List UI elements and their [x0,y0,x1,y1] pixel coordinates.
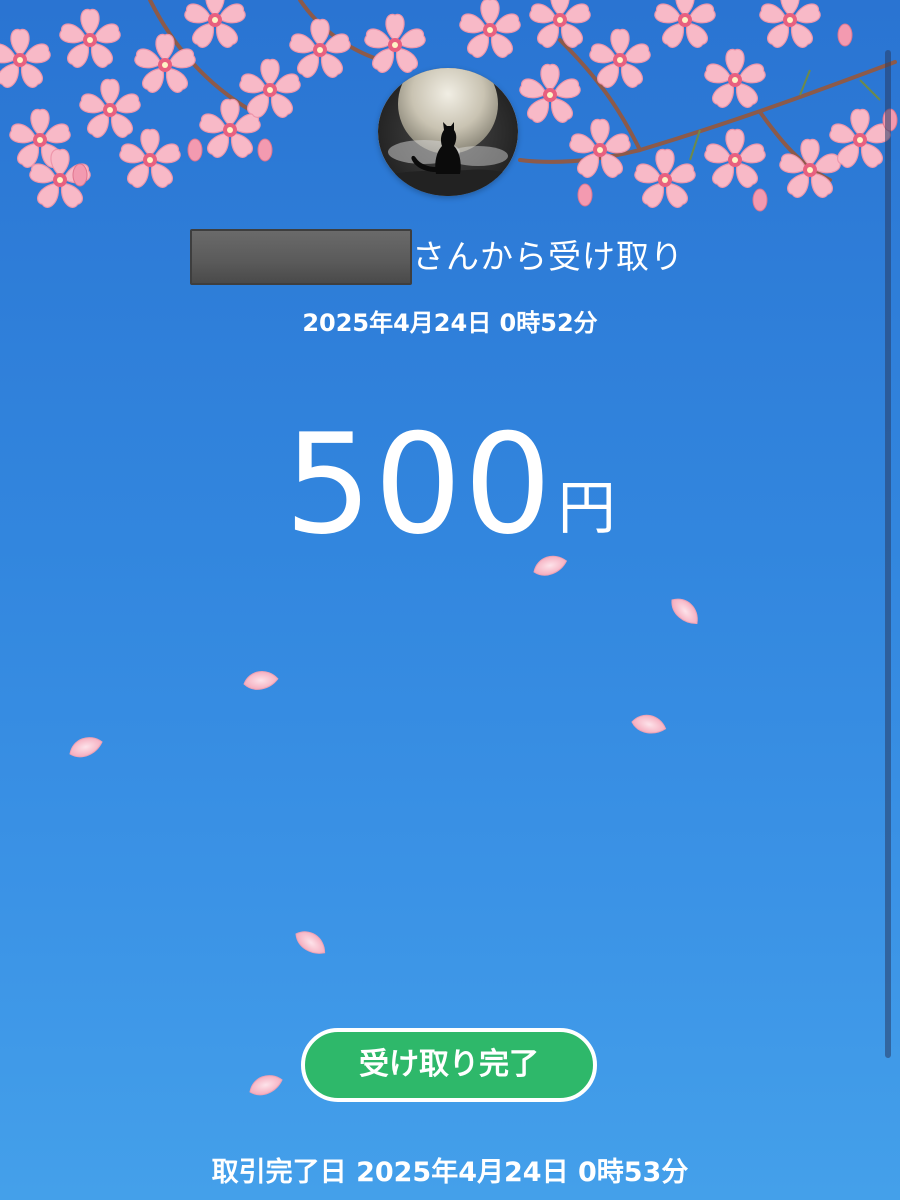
completed-datetime: 2025年4月24日 0時53分 [356,1157,689,1188]
amount-value: 500 [284,404,554,565]
completed-label: 取引完了日 [211,1157,347,1188]
amount-unit: 円 [557,474,616,542]
amount-display: 500円 [0,410,900,560]
receive-complete-badge: 受け取り完了 [301,1028,597,1102]
receipt-screen: さんから受け取り 2025年4月24日 0時52分 500円 受け取り完了 取引… [0,0,900,1200]
completed-datetime-row: 取引完了日 2025年4月24日 0時53分 [0,1150,900,1189]
sender-row: さんから受け取り [0,226,900,286]
cat-moon-image [378,68,518,196]
sender-avatar [378,68,518,196]
scrollbar[interactable] [885,50,891,1058]
received-datetime: 2025年4月24日 0時52分 [302,309,598,337]
sender-name-redaction [190,229,412,285]
sender-suffix-label: さんから受け取り [412,237,684,276]
